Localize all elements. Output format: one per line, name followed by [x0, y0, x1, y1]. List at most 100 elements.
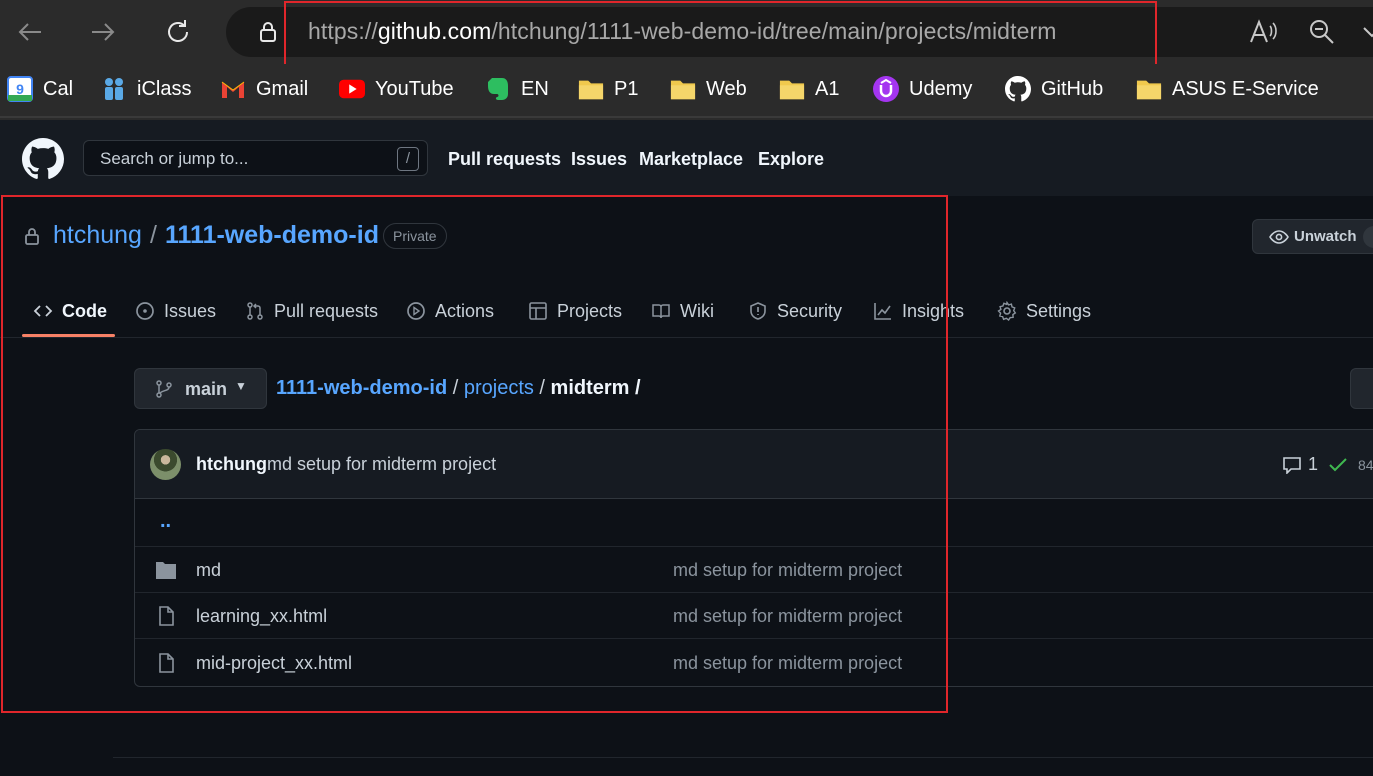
- forward-button[interactable]: [85, 14, 121, 50]
- nav-marketplace[interactable]: Marketplace: [639, 149, 743, 170]
- unwatch-button[interactable]: Unwatch 1: [1252, 219, 1373, 254]
- bookmark-label: EN: [521, 77, 549, 100]
- bookmark-en[interactable]: EN: [485, 74, 549, 104]
- udemy-icon: [873, 76, 899, 102]
- bookmark-asus-eservice[interactable]: ASUS E-Service: [1136, 74, 1319, 104]
- bookmark-github[interactable]: GitHub: [1005, 74, 1103, 104]
- branch-label: main: [185, 379, 228, 399]
- breadcrumb-separator: /: [447, 377, 464, 399]
- nav-explore[interactable]: Explore: [758, 149, 824, 170]
- gmail-icon: [220, 76, 246, 102]
- tab-label: Settings: [1026, 300, 1092, 321]
- commit-comments-link[interactable]: 1: [1282, 454, 1318, 475]
- table-row[interactable]: mid-project_xx.html md setup for midterm…: [135, 639, 1373, 686]
- nav-pull-requests[interactable]: Pull requests: [448, 149, 561, 170]
- unwatch-label: Unwatch: [1294, 228, 1357, 245]
- file-name-link[interactable]: md: [196, 560, 221, 581]
- breadcrumb-separator: /: [533, 377, 551, 399]
- visibility-badge: Private: [383, 223, 447, 249]
- breadcrumb-projects-link[interactable]: projects: [464, 377, 534, 399]
- tab-wiki[interactable]: Wiki: [651, 296, 714, 326]
- more-chevron-icon[interactable]: [1360, 16, 1373, 48]
- tab-pull-requests[interactable]: Pull requests: [245, 296, 378, 326]
- repo-path-separator: /: [150, 221, 157, 249]
- branch-selector-button[interactable]: main ▼: [134, 368, 267, 409]
- tab-insights[interactable]: Insights: [873, 296, 964, 326]
- evernote-icon: [485, 76, 511, 102]
- repo-owner-link[interactable]: htchung: [53, 221, 142, 250]
- commit-message-link[interactable]: md setup for midterm project: [267, 454, 496, 475]
- check-icon[interactable]: [1328, 456, 1348, 474]
- repo-header: htchung / 1111-web-demo-id Private Unwat…: [0, 196, 1373, 338]
- parent-directory-link[interactable]: ..: [160, 510, 171, 533]
- file-name-link[interactable]: learning_xx.html: [196, 606, 327, 627]
- github-logo-icon[interactable]: [22, 138, 64, 180]
- iclass-icon: [101, 76, 127, 102]
- folder-icon: [578, 76, 604, 102]
- file-icon: [159, 606, 174, 626]
- repo-name-link[interactable]: 1111-web-demo-id: [165, 221, 379, 250]
- browser-toolbar: https://github.com/htchung/1111-web-demo…: [0, 0, 1373, 64]
- bookmark-label: Web: [706, 77, 747, 100]
- play-icon: [407, 302, 425, 320]
- parent-directory-row[interactable]: ..: [135, 500, 1373, 547]
- tab-projects[interactable]: Projects: [528, 296, 622, 326]
- caret-down-icon: ▼: [235, 379, 247, 393]
- forward-arrow-icon: [92, 23, 115, 41]
- read-aloud-icon[interactable]: [1247, 16, 1279, 48]
- tab-label: Security: [777, 300, 843, 321]
- bookmark-cal[interactable]: 9 Cal: [7, 74, 73, 104]
- file-commit-message[interactable]: md setup for midterm project: [673, 653, 902, 674]
- bookmark-udemy[interactable]: Udemy: [873, 74, 972, 104]
- avatar[interactable]: [150, 449, 181, 480]
- folder-icon: [156, 562, 176, 579]
- latest-commit-bar: htchung md setup for midterm project 1 8…: [135, 430, 1373, 499]
- bookmark-p1[interactable]: P1: [578, 74, 638, 104]
- tab-issues[interactable]: Issues: [135, 296, 216, 326]
- file-commit-message[interactable]: md setup for midterm project: [673, 606, 902, 627]
- bookmark-label: YouTube: [375, 77, 454, 100]
- commit-hash[interactable]: 84: [1358, 457, 1373, 473]
- bookmark-gmail[interactable]: Gmail: [220, 74, 308, 104]
- breadcrumb-separator: /: [629, 377, 641, 399]
- folder-icon: [1136, 76, 1162, 102]
- bookmark-a1[interactable]: A1: [779, 74, 839, 104]
- github-header: Search or jump to... / Pull requests Iss…: [0, 120, 1373, 196]
- reload-button[interactable]: [160, 14, 196, 50]
- tab-actions[interactable]: Actions: [406, 296, 494, 326]
- tab-label: Actions: [435, 300, 495, 321]
- tab-settings[interactable]: Settings: [997, 296, 1091, 326]
- code-icon: [33, 305, 53, 317]
- search-input[interactable]: Search or jump to... /: [83, 140, 428, 176]
- file-commit-message[interactable]: md setup for midterm project: [673, 560, 902, 581]
- table-row[interactable]: learning_xx.html md setup for midterm pr…: [135, 592, 1373, 639]
- zoom-out-icon[interactable]: [1306, 16, 1338, 48]
- bookmark-youtube[interactable]: YouTube: [339, 74, 454, 104]
- go-to-file-button[interactable]: [1350, 368, 1373, 409]
- bookmarks-bar: 9 Cal iClass Gmail YouTube EN P1 Web A1 …: [0, 64, 1373, 118]
- breadcrumb: 1111-web-demo-id / projects / midterm /: [276, 377, 641, 400]
- file-name-link[interactable]: mid-project_xx.html: [196, 653, 352, 674]
- back-button[interactable]: [12, 14, 48, 50]
- svg-text:9: 9: [16, 81, 24, 97]
- bookmark-label: P1: [614, 77, 639, 100]
- bookmark-web[interactable]: Web: [670, 74, 747, 104]
- bookmark-iclass[interactable]: iClass: [101, 74, 191, 104]
- tab-label: Wiki: [680, 300, 714, 321]
- file-list: htchung md setup for midterm project 1 8…: [134, 429, 1373, 687]
- tab-label: Issues: [164, 300, 217, 321]
- eye-icon: [1269, 230, 1289, 244]
- shield-icon: [750, 302, 766, 320]
- table-row[interactable]: md md setup for midterm project: [135, 546, 1373, 593]
- graph-icon: [874, 303, 891, 320]
- issue-icon: [136, 302, 154, 320]
- breadcrumb-repo-link[interactable]: 1111-web-demo-id: [276, 377, 447, 399]
- tab-security[interactable]: Security: [748, 296, 842, 326]
- bookmark-label: Gmail: [256, 77, 309, 100]
- bookmark-label: GitHub: [1041, 77, 1104, 100]
- search-shortcut-key: /: [397, 147, 419, 171]
- nav-issues[interactable]: Issues: [571, 149, 627, 170]
- tab-code[interactable]: Code: [33, 296, 107, 326]
- commit-author-link[interactable]: htchung: [196, 454, 267, 475]
- address-bar[interactable]: https://github.com/htchung/1111-web-demo…: [226, 7, 1373, 57]
